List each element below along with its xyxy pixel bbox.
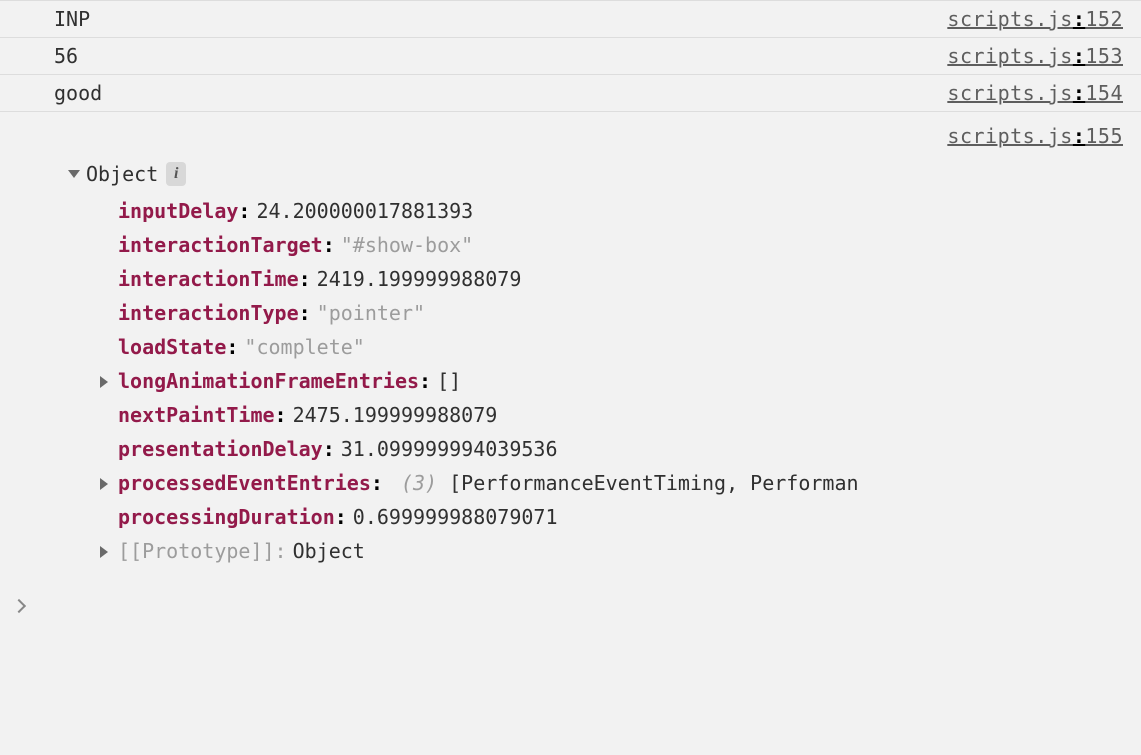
prop-inputDelay[interactable]: inputDelay: 24.200000017881393 xyxy=(104,194,1141,228)
object-root[interactable]: Object i xyxy=(70,158,1141,194)
log-message: good xyxy=(54,81,102,105)
object-source-line: scripts.js:155 xyxy=(54,118,1141,154)
chevron-right-icon xyxy=(12,599,26,613)
prop-presentationDelay[interactable]: presentationDelay: 31.099999994039536 xyxy=(104,432,1141,466)
prop-nextPaintTime[interactable]: nextPaintTime: 2475.199999988079 xyxy=(104,398,1141,432)
chevron-right-icon[interactable] xyxy=(104,471,118,495)
console-output: INP scripts.js:152 56 scripts.js:153 goo… xyxy=(0,0,1141,624)
chevron-right-icon[interactable] xyxy=(104,369,118,393)
chevron-down-icon[interactable] xyxy=(68,170,80,178)
log-row-object: scripts.js:155 Object i inputDelay: 24.2… xyxy=(0,112,1141,584)
prop-interactionType[interactable]: interactionType: "pointer" xyxy=(104,296,1141,330)
prop-prototype[interactable]: [[Prototype]]: Object xyxy=(104,534,1141,568)
log-row: 56 scripts.js:153 xyxy=(0,38,1141,75)
prop-interactionTime[interactable]: interactionTime: 2419.199999988079 xyxy=(104,262,1141,296)
console-input-prompt[interactable] xyxy=(0,584,1141,624)
source-link[interactable]: scripts.js:152 xyxy=(947,7,1123,31)
object-properties: inputDelay: 24.200000017881393 interacti… xyxy=(70,194,1141,568)
log-message: 56 xyxy=(54,44,78,68)
prop-processingDuration[interactable]: processingDuration: 0.699999988079071 xyxy=(104,500,1141,534)
source-link[interactable]: scripts.js:155 xyxy=(947,124,1123,148)
prop-longAnimationFrameEntries[interactable]: longAnimationFrameEntries: [] xyxy=(104,364,1141,398)
prop-loadState[interactable]: loadState: "complete" xyxy=(104,330,1141,364)
object-label: Object xyxy=(86,162,158,186)
log-row: INP scripts.js:152 xyxy=(0,0,1141,38)
log-message: INP xyxy=(54,7,90,31)
prop-interactionTarget[interactable]: interactionTarget: "#show-box" xyxy=(104,228,1141,262)
object-tree: Object i inputDelay: 24.200000017881393 … xyxy=(54,154,1141,578)
chevron-right-icon[interactable] xyxy=(104,539,118,563)
source-link[interactable]: scripts.js:153 xyxy=(947,44,1123,68)
log-row: good scripts.js:154 xyxy=(0,75,1141,112)
info-badge-icon[interactable]: i xyxy=(166,162,186,186)
prop-processedEventEntries[interactable]: processedEventEntries: (3) [PerformanceE… xyxy=(104,466,1141,500)
source-link[interactable]: scripts.js:154 xyxy=(947,81,1123,105)
